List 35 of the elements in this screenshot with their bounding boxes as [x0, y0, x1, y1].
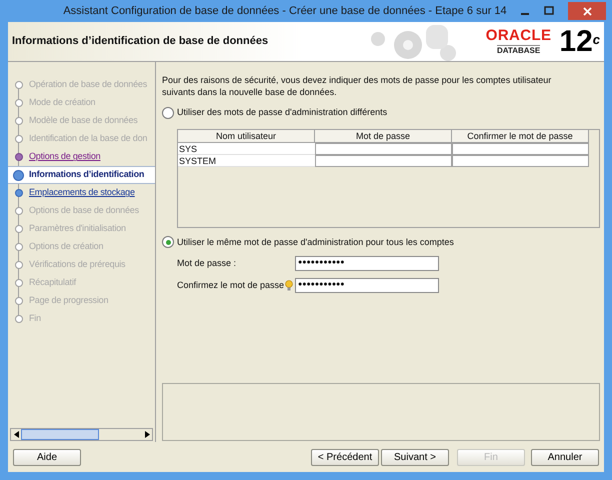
radio-button[interactable]: [162, 106, 174, 119]
window-title: Assistant Configuration de base de données - Créer une base de données - Etape 6 sur 14: [62, 4, 508, 19]
logo-product: DATABASE: [496, 45, 540, 55]
horizontal-scrollbar[interactable]: [10, 428, 153, 441]
table-cell: SYSTEM: [178, 154, 315, 166]
dialog-button[interactable]: Suivant >: [381, 448, 449, 466]
radio-label: Utiliser le même mot de passe d'administration pour tous les comptes: [177, 236, 454, 249]
logo-version: 12$^{c}$: [559, 26, 600, 56]
password-cell[interactable]: [452, 154, 589, 166]
column-header: Mot de passe: [315, 130, 452, 142]
logo-brand: ORACLE: [486, 28, 552, 43]
close-icon[interactable]: [582, 6, 592, 16]
maximize-icon[interactable]: [544, 6, 554, 16]
column-header: Nom utilisateur: [178, 130, 315, 142]
intro-text: Pour des raisons de sécurité, vous devez indiquer des mots de passe pour les comptes utilisateur suivants dans la nouvelle base de données.: [162, 74, 552, 98]
page-heading: Informations d’identification de base de données: [12, 34, 270, 50]
password-cell[interactable]: [315, 154, 452, 166]
radio-label: Utiliser des mots de passe d'administration différents: [177, 106, 388, 119]
password-cell[interactable]: [315, 142, 452, 154]
field-label: Confirmez le mot de passe: [177, 278, 284, 292]
step-item[interactable]: Emplacements de stockage: [29, 186, 135, 200]
right-arrow-icon[interactable]: [144, 431, 150, 438]
column-header: Confirmer le mot de passe: [452, 130, 589, 142]
field-label: Mot de passe :: [177, 256, 236, 270]
password-cell[interactable]: [452, 142, 589, 154]
dialog-button[interactable]: Aide: [13, 448, 81, 466]
step-item[interactable]: Options de gestion: [29, 150, 100, 164]
scrollbar-thumb[interactable]: [21, 429, 99, 440]
dialog-button[interactable]: < Précédent: [311, 448, 379, 466]
table-cell: SYS: [178, 142, 315, 154]
dialog-button[interactable]: Annuler: [531, 448, 599, 466]
radio-button[interactable]: [162, 236, 174, 248]
lightbulb-icon: [285, 280, 294, 291]
close-button[interactable]: [568, 2, 606, 20]
left-arrow-icon[interactable]: [14, 431, 18, 438]
